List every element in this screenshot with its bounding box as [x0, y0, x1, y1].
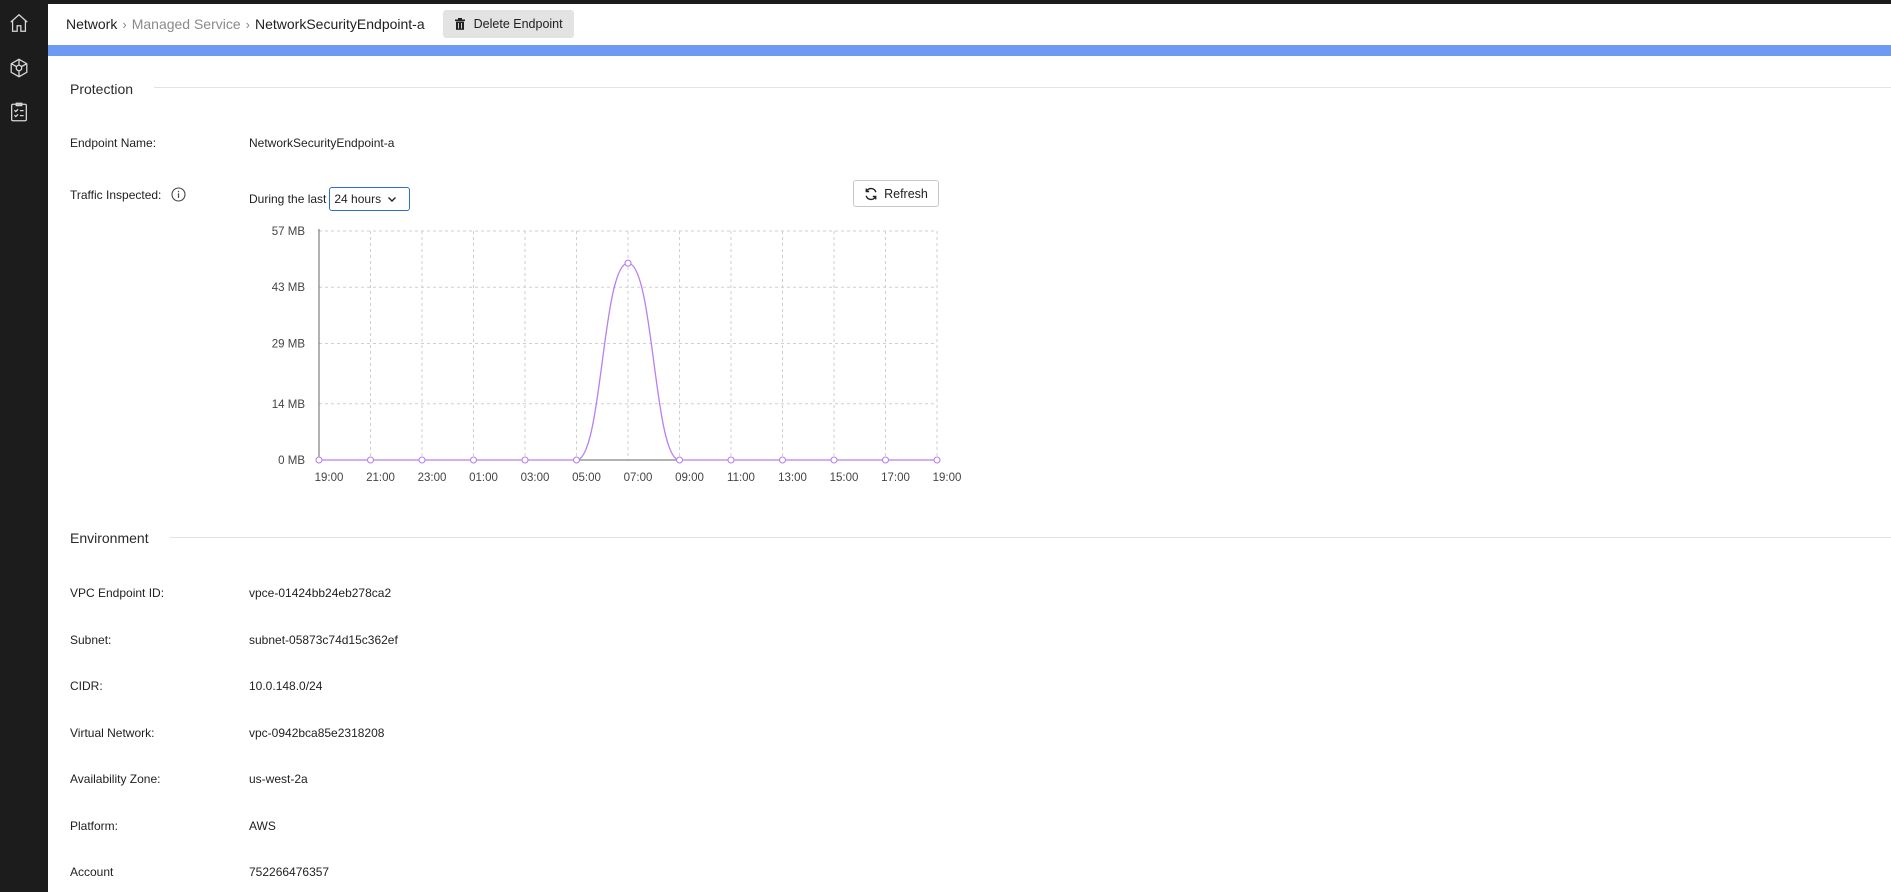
- data-point: [778, 456, 787, 464]
- x-tick-label: 19:00: [315, 472, 344, 484]
- subnet-value: subnet-05873c74d15c362ef: [249, 633, 398, 647]
- delete-endpoint-label: Delete Endpoint: [473, 17, 563, 31]
- data-point: [366, 456, 375, 464]
- vpc-endpoint-id-value: vpce-01424bb24eb278ca2: [249, 586, 392, 600]
- x-tick-label: 09:00: [675, 472, 704, 484]
- header: Network › Managed Service › NetworkSecur…: [48, 4, 1891, 44]
- breadcrumb: Network › Managed Service › NetworkSecur…: [66, 16, 425, 32]
- time-range-value: 24 hours: [334, 192, 382, 206]
- data-point: [675, 456, 684, 464]
- x-tick-label: 21:00: [366, 472, 395, 484]
- delete-endpoint-button[interactable]: Delete Endpoint: [442, 10, 574, 38]
- availability-zone-label: Availability Zone:: [70, 772, 161, 786]
- section-title-environment: Environment: [70, 530, 149, 546]
- during-label: During the last: [249, 192, 327, 206]
- y-tick-label: 43 MB: [272, 282, 306, 294]
- x-tick-label: 03:00: [521, 472, 550, 484]
- x-tick-label: 23:00: [418, 472, 447, 484]
- x-tick-label: 17:00: [881, 472, 910, 484]
- x-tick-label: 15:00: [830, 472, 859, 484]
- subnet-label: Subnet:: [70, 633, 112, 647]
- section-divider: [154, 87, 1891, 88]
- x-tick-label: 13:00: [778, 472, 807, 484]
- data-point: [572, 456, 581, 464]
- data-point: [624, 259, 632, 267]
- home-icon[interactable]: [8, 12, 30, 34]
- notification-banner: [48, 45, 1891, 56]
- platform-value: AWS: [249, 819, 276, 833]
- traffic-inspected-row: Traffic Inspected:: [70, 187, 186, 205]
- time-range-control: During the last 24 hours: [249, 187, 411, 211]
- data-point: [469, 456, 478, 464]
- breadcrumb-current: NetworkSecurityEndpoint-a: [255, 16, 425, 32]
- x-tick-label: 05:00: [572, 472, 601, 484]
- breadcrumb-managed-service[interactable]: Managed Service: [132, 16, 241, 32]
- endpoint-name-value: NetworkSecurityEndpoint-a: [249, 136, 395, 150]
- x-tick-label: 11:00: [727, 472, 755, 484]
- refresh-label: Refresh: [884, 186, 928, 201]
- platform-label: Platform:: [70, 819, 119, 833]
- virtual-network-value: vpc-0942bca85e2318208: [249, 726, 385, 740]
- data-point: [418, 456, 426, 464]
- cidr-label: CIDR:: [70, 679, 103, 693]
- breadcrumb-separator: ›: [245, 16, 250, 32]
- section-title-protection: Protection: [70, 81, 134, 97]
- chevron-down-icon: [388, 197, 397, 202]
- refresh-icon: [865, 187, 877, 200]
- cidr-value: 10.0.148.0/24: [249, 679, 323, 693]
- section-divider: [170, 537, 1891, 538]
- x-tick-label: 07:00: [624, 472, 653, 484]
- data-point: [315, 456, 323, 464]
- trash-icon: [454, 18, 465, 30]
- refresh-button[interactable]: Refresh: [853, 180, 939, 207]
- main-content: Protection Endpoint Name: NetworkSecurit…: [48, 56, 1891, 892]
- vpc-endpoint-id-label: VPC Endpoint ID:: [70, 586, 165, 600]
- y-tick-label: 57 MB: [272, 226, 306, 238]
- breadcrumb-network[interactable]: Network: [66, 16, 117, 32]
- sidebar: [0, 0, 48, 892]
- data-point: [727, 456, 735, 464]
- endpoint-name-label: Endpoint Name:: [70, 136, 157, 150]
- data-point: [830, 456, 838, 464]
- traffic-inspected-label: Traffic Inspected:: [70, 188, 162, 202]
- data-point: [933, 456, 941, 464]
- data-point: [521, 456, 529, 464]
- x-tick-label: 19:00: [933, 472, 962, 484]
- y-tick-label: 0 MB: [278, 455, 305, 467]
- availability-zone-value: us-west-2a: [249, 772, 308, 786]
- x-tick-label: 01:00: [469, 472, 498, 484]
- info-icon[interactable]: [171, 187, 186, 205]
- services-icon[interactable]: [8, 57, 30, 79]
- account-label: Account: [70, 865, 114, 879]
- account-value: 752266476357: [249, 865, 330, 879]
- virtual-network-label: Virtual Network:: [70, 726, 155, 740]
- time-range-select[interactable]: 24 hours: [329, 187, 411, 211]
- data-point: [881, 456, 890, 464]
- traffic-chart: 0 MB 14 MB 29 MB 43 MB 57 MB 19:00 21:00 23:00 0…: [272, 226, 962, 484]
- y-tick-label: 14 MB: [272, 399, 306, 411]
- y-tick-label: 29 MB: [272, 338, 306, 350]
- checklist-icon[interactable]: [8, 101, 30, 123]
- breadcrumb-separator: ›: [122, 16, 127, 32]
